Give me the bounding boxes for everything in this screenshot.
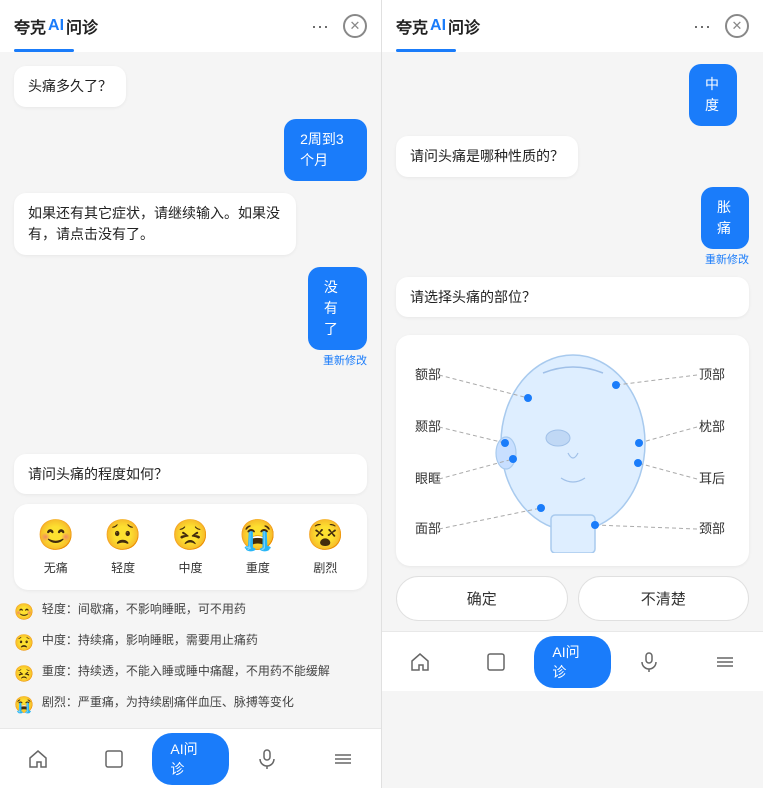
right-title-text: 夸克 — [396, 14, 428, 38]
diagram-action-buttons: 确定 不清楚 — [396, 576, 749, 621]
right-header-underline — [396, 49, 456, 52]
left-close-button[interactable]: ✕ — [343, 14, 367, 38]
pain-option-3[interactable]: 😭 重度 — [228, 518, 287, 576]
left-bubble-4[interactable]: 没有了 — [308, 267, 367, 350]
right-select-question: 请选择头痛的部位？ — [396, 277, 749, 317]
pain-desc-emoji-1: 😟 — [14, 632, 34, 656]
right-panel: 夸克AI问诊 ··· ✕ 中度 请问头痛是哪种性质的？ 胀痛 重新修改 — [381, 0, 763, 788]
pain-emoji-2: 😣 — [172, 518, 209, 553]
left-nav-list[interactable] — [305, 729, 381, 788]
left-pain-question: 请问头痛的程度如何？ — [14, 454, 367, 494]
pain-desc-emoji-3: 😭 — [14, 694, 34, 718]
pain-emoji-1: 😟 — [104, 518, 141, 553]
left-more-icon[interactable]: ··· — [311, 16, 329, 37]
pain-desc-text-0: 轻度：间歇痛，不影响睡眠，可不用药 — [42, 600, 246, 618]
pain-desc-emoji-2: 😣 — [14, 663, 34, 687]
pain-option-0[interactable]: 😊 无痛 — [26, 518, 85, 576]
left-header-underline — [14, 49, 74, 52]
left-header-actions: ··· ✕ — [311, 14, 367, 38]
confirm-button[interactable]: 确定 — [396, 576, 568, 621]
label-mian-bu[interactable]: 面部 — [415, 521, 441, 536]
right-select-section: 请选择头痛的部位？ — [382, 267, 763, 335]
label-yan-jing[interactable]: 眼眶 — [415, 471, 441, 486]
pain-label-3: 重度 — [246, 559, 270, 576]
home-icon — [27, 748, 49, 770]
right-nav-ai[interactable]: AI问诊 — [534, 632, 610, 691]
left-nav-square[interactable] — [76, 729, 152, 788]
left-header: 夸克AI问诊 ··· ✕ — [0, 0, 381, 52]
mic-icon — [256, 748, 278, 770]
pain-option-1[interactable]: 😟 轻度 — [93, 518, 152, 576]
right-bubble-1: 中度 — [689, 64, 737, 126]
label-jing-bu[interactable]: 颈部 — [699, 521, 725, 536]
left-app-title: 夸克AI问诊 — [14, 14, 311, 38]
pain-emoji-0: 😊 — [37, 518, 74, 553]
pain-desc-3: 😭 剧烈：严重痛，为持续剧痛伴血压、脉搏等变化 — [14, 693, 367, 718]
left-title-text: 夸克 — [14, 14, 46, 38]
left-subtitle: 问诊 — [66, 14, 98, 38]
left-pain-scale: 请问头痛的程度如何？ 😊 无痛 😟 轻度 😣 中度 😭 重度 😵 剧烈 — [0, 454, 381, 600]
pain-label-0: 无痛 — [44, 559, 68, 576]
left-reedit-1[interactable]: 重新修改 — [323, 352, 367, 368]
right-nav-list[interactable] — [687, 632, 763, 691]
label-er-hou[interactable]: 耳后 — [699, 471, 725, 486]
pain-emoji-4: 😵 — [307, 518, 344, 553]
left-nav-home[interactable] — [0, 729, 76, 788]
label-e-bu[interactable]: 额部 — [415, 367, 441, 382]
left-panel: 夸克AI问诊 ··· ✕ 头痛多久了？ 2周到3个月 如果还有其它症状，请继续输… — [0, 0, 381, 788]
pain-emoji-3: 😭 — [239, 518, 276, 553]
right-nav-mic[interactable] — [611, 632, 687, 691]
pain-desc-1: 😟 中度：持续痛，影响睡眠，需要用止痛药 — [14, 631, 367, 656]
left-bubble-1: 头痛多久了？ — [14, 66, 126, 107]
head-diagram-svg: 额部 颞部 眼眶 面部 顶部 枕部 耳后 颈部 — [396, 343, 750, 553]
right-bottom-nav: AI问诊 — [382, 631, 763, 691]
label-zhen-bu[interactable]: 枕部 — [699, 419, 725, 434]
right-square-icon — [485, 651, 507, 673]
pain-desc-emoji-0: 😊 — [14, 601, 34, 625]
pain-label-4: 剧烈 — [313, 559, 337, 576]
list-icon — [332, 748, 354, 770]
left-ai-bold: AI — [48, 17, 64, 35]
left-nav-ai[interactable]: AI问诊 — [152, 729, 228, 788]
left-bottom-nav: AI问诊 — [0, 728, 381, 788]
right-header-actions: ··· ✕ — [693, 14, 749, 38]
left-bubble-2: 2周到3个月 — [284, 119, 367, 181]
right-header: 夸克AI问诊 ··· ✕ — [382, 0, 763, 52]
left-ai-pill[interactable]: AI问诊 — [152, 733, 228, 785]
label-ding-bu[interactable]: 顶部 — [699, 367, 725, 382]
right-subtitle: 问诊 — [448, 14, 480, 38]
pain-label-1: 轻度 — [111, 559, 135, 576]
pain-desc-text-3: 剧烈：严重痛，为持续剧痛伴血压、脉搏等变化 — [42, 693, 294, 711]
right-bubble-2: 请问头痛是哪种性质的？ — [396, 136, 578, 177]
right-list-icon — [714, 651, 736, 673]
right-reedit-1[interactable]: 重新修改 — [705, 251, 749, 267]
right-more-icon[interactable]: ··· — [693, 16, 711, 37]
pain-option-4[interactable]: 😵 剧烈 — [296, 518, 355, 576]
right-home-icon — [409, 651, 431, 673]
pain-desc-0: 😊 轻度：间歇痛，不影响睡眠，可不用药 — [14, 600, 367, 625]
right-nav-square[interactable] — [458, 632, 534, 691]
pain-desc-text-2: 重度：持续透，不能入睡或睡中痛醒，不用药不能缓解 — [42, 662, 330, 680]
pain-desc-text-1: 中度：持续痛，影响睡眠，需要用止痛药 — [42, 631, 258, 649]
left-chat-area: 头痛多久了？ 2周到3个月 如果还有其它症状，请继续输入。如果没有，请点击没有了… — [0, 52, 381, 454]
label-nie-bu[interactable]: 颞部 — [415, 419, 441, 434]
unclear-button[interactable]: 不清楚 — [578, 576, 750, 621]
head-diagram-box: 额部 颞部 眼眶 面部 顶部 枕部 耳后 颈部 — [396, 335, 749, 566]
right-close-button[interactable]: ✕ — [725, 14, 749, 38]
left-nav-mic[interactable] — [229, 729, 305, 788]
left-bubble-3: 如果还有其它症状，请继续输入。如果没有，请点击没有了。 — [14, 193, 296, 255]
right-mic-icon — [638, 651, 660, 673]
right-chat-area: 中度 请问头痛是哪种性质的？ 胀痛 重新修改 — [382, 52, 763, 267]
pain-option-2[interactable]: 😣 中度 — [161, 518, 220, 576]
right-bubble-3[interactable]: 胀痛 — [701, 187, 749, 249]
right-ai-bold: AI — [430, 17, 446, 35]
pain-desc-2: 😣 重度：持续透，不能入睡或睡中痛醒，不用药不能缓解 — [14, 662, 367, 687]
pain-label-2: 中度 — [179, 559, 203, 576]
square-icon — [103, 748, 125, 770]
right-ai-pill[interactable]: AI问诊 — [534, 636, 610, 688]
left-pain-desc-list: 😊 轻度：间歇痛，不影响睡眠，可不用药 😟 中度：持续痛，影响睡眠，需要用止痛药… — [0, 600, 381, 728]
right-app-title: 夸克AI问诊 — [396, 14, 693, 38]
right-nav-home[interactable] — [382, 632, 458, 691]
left-pain-options: 😊 无痛 😟 轻度 😣 中度 😭 重度 😵 剧烈 — [14, 504, 367, 590]
